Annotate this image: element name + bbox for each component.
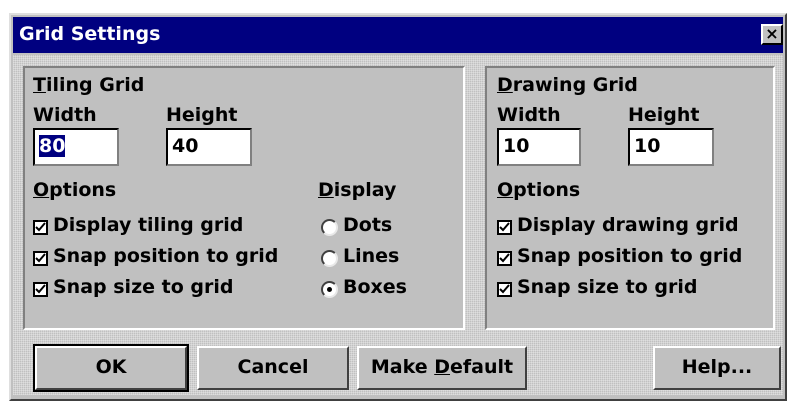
drawing-width-label: Width	[497, 104, 561, 126]
dialog-body: Tiling Grid Width Height 80 40 Options D…	[13, 55, 783, 395]
display-lines-radio[interactable]	[321, 250, 338, 267]
tiling-width-input[interactable]: 80	[33, 128, 119, 166]
display-boxes-label[interactable]: Boxes	[343, 276, 407, 298]
tiling-options-heading: Options	[33, 179, 117, 201]
display-lines-label[interactable]: Lines	[343, 245, 399, 267]
close-icon: ×	[765, 24, 779, 43]
checkmark-icon	[499, 284, 510, 294]
help-button[interactable]: Help...	[653, 346, 781, 390]
tiling-grid-group: Tiling Grid Width Height 80 40 Options D…	[23, 66, 465, 330]
tiling-display-heading: Display	[318, 179, 397, 201]
make-default-button[interactable]: Make Default	[357, 346, 527, 390]
dialog-title: Grid Settings	[19, 23, 161, 45]
close-button[interactable]: ×	[761, 24, 783, 45]
radio-selected-dot	[327, 287, 332, 292]
display-boxes-radio[interactable]	[321, 281, 338, 298]
drawing-snap-size-label[interactable]: Snap size to grid	[517, 276, 697, 298]
tiling-height-input[interactable]: 40	[166, 128, 252, 166]
display-dots-radio[interactable]	[321, 219, 338, 236]
drawing-height-label: Height	[628, 104, 700, 126]
tiling-height-label: Height	[166, 104, 238, 126]
checkmark-icon	[499, 253, 510, 263]
drawing-snap-position-label[interactable]: Snap position to grid	[517, 245, 742, 267]
drawing-options-heading: Options	[497, 179, 581, 201]
drawing-display-grid-checkbox[interactable]	[497, 220, 512, 235]
drawing-display-grid-label[interactable]: Display drawing grid	[517, 214, 739, 236]
tiling-snap-size-label[interactable]: Snap size to grid	[53, 276, 233, 298]
tiling-snap-size-checkbox[interactable]	[33, 282, 48, 297]
checkmark-icon	[499, 222, 510, 232]
drawing-snap-position-checkbox[interactable]	[497, 251, 512, 266]
ok-button[interactable]: OK	[33, 344, 189, 392]
drawing-width-input[interactable]: 10	[497, 128, 581, 166]
checkmark-icon	[35, 222, 46, 232]
drawing-snap-size-checkbox[interactable]	[497, 282, 512, 297]
display-dots-label[interactable]: Dots	[343, 214, 392, 236]
title-bar[interactable]: Grid Settings ×	[13, 17, 783, 53]
checkmark-icon	[35, 253, 46, 263]
tiling-snap-position-checkbox[interactable]	[33, 251, 48, 266]
tiling-grid-heading: Tiling Grid	[33, 74, 145, 96]
tiling-display-grid-label[interactable]: Display tiling grid	[53, 214, 243, 236]
drawing-height-input[interactable]: 10	[628, 128, 714, 166]
tiling-display-grid-checkbox[interactable]	[33, 220, 48, 235]
tiling-snap-position-label[interactable]: Snap position to grid	[53, 245, 278, 267]
drawing-grid-group: Drawing Grid Width Height 10 10 Options …	[485, 66, 775, 330]
cancel-button[interactable]: Cancel	[197, 346, 349, 390]
grid-settings-dialog: Grid Settings × Tiling Grid Width Height…	[9, 13, 787, 401]
drawing-grid-heading: Drawing Grid	[497, 74, 638, 96]
tiling-width-label: Width	[33, 104, 97, 126]
checkmark-icon	[35, 284, 46, 294]
